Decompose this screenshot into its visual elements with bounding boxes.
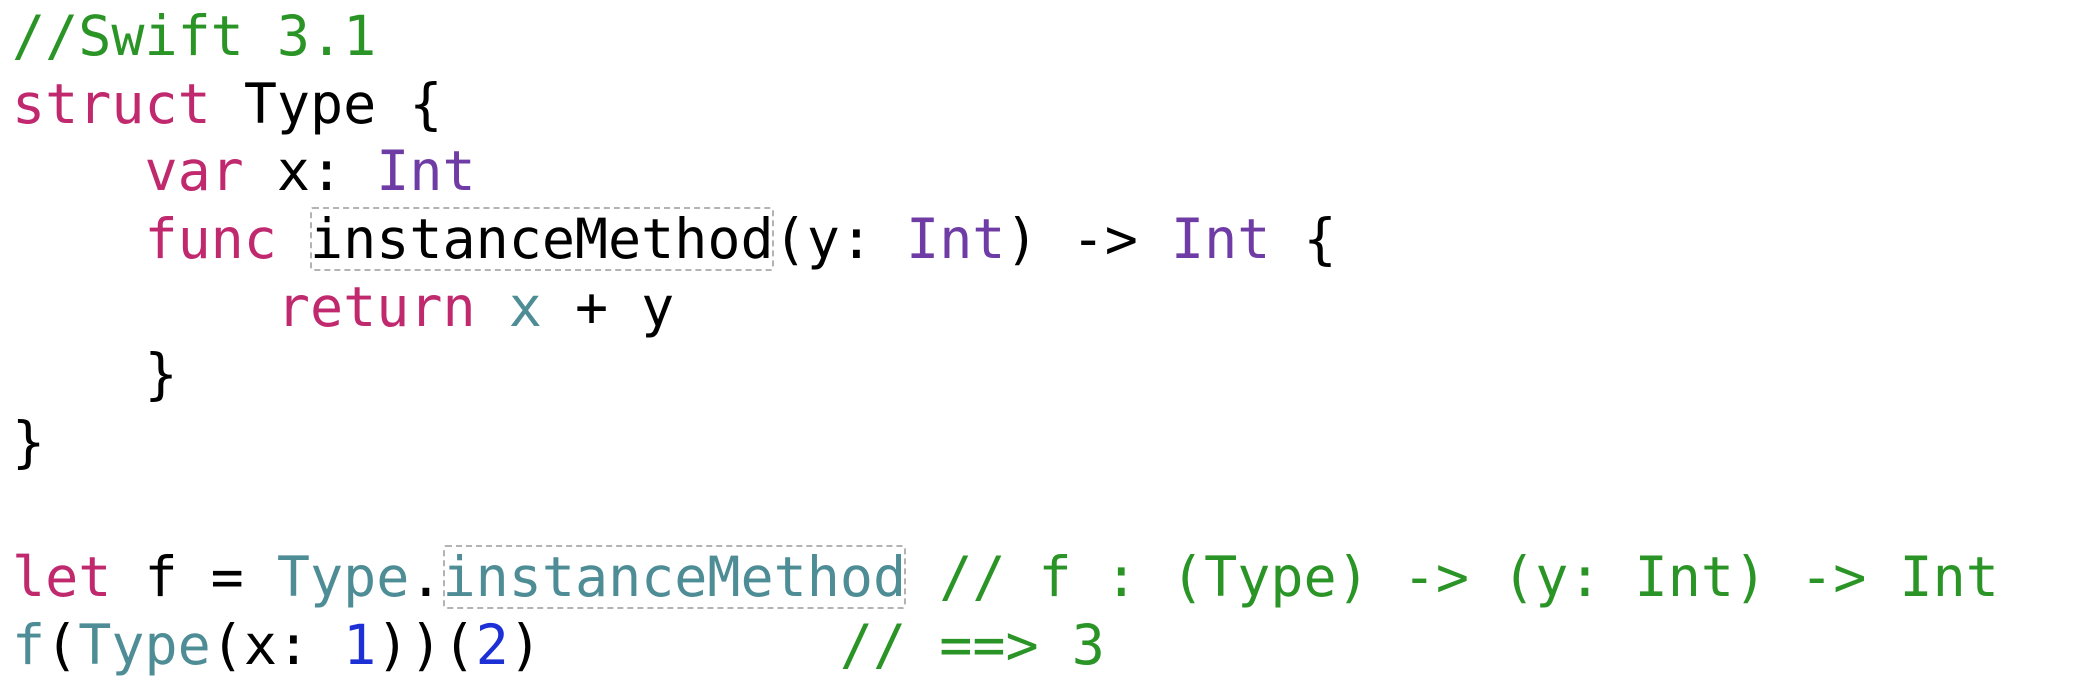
return-op: + y bbox=[541, 275, 675, 339]
keyword-let: let bbox=[12, 545, 112, 609]
method-ref-token[interactable]: instanceMethod bbox=[442, 545, 907, 609]
paren-open: ( bbox=[45, 613, 79, 677]
arg-value-1: 1 bbox=[343, 613, 377, 677]
code-editor[interactable]: //Swift 3.1 struct Type { var x: Int fun… bbox=[12, 0, 2082, 686]
return-type-int: Int bbox=[1171, 207, 1271, 271]
arg-value-2: 2 bbox=[475, 613, 509, 677]
code-line-2: struct Type { bbox=[12, 70, 443, 138]
code-line-6: } bbox=[12, 340, 178, 408]
code-line-1: //Swift 3.1 bbox=[12, 2, 376, 70]
param-type-int: Int bbox=[906, 207, 1006, 271]
type-int: Int bbox=[376, 139, 476, 203]
func-close-brace: } bbox=[144, 342, 178, 406]
open-brace: { bbox=[409, 72, 443, 136]
keyword-return: return bbox=[276, 275, 476, 339]
paren-close: ) bbox=[508, 613, 542, 677]
arg-label: (x: bbox=[210, 613, 344, 677]
type-ref: Type bbox=[276, 545, 410, 609]
code-line-10: f(Type(x: 1))(2) // ==> 3 bbox=[12, 611, 1105, 679]
params-close: ) -> bbox=[1005, 207, 1171, 271]
paren-open-2: ( bbox=[442, 613, 476, 677]
keyword-var: var bbox=[144, 139, 244, 203]
var-name: x: bbox=[276, 139, 344, 203]
params-open: (y: bbox=[773, 207, 907, 271]
keyword-func: func bbox=[144, 207, 277, 271]
func-open-brace: { bbox=[1303, 207, 1337, 271]
method-name-token[interactable]: instanceMethod bbox=[310, 207, 774, 271]
code-line-3: var x: Int bbox=[12, 137, 476, 205]
let-decl: f = bbox=[111, 545, 277, 609]
code-line-7: } bbox=[12, 408, 45, 476]
comment-result: // ==> 3 bbox=[839, 613, 1105, 677]
code-line-4: func instanceMethod(y: Int) -> Int { bbox=[12, 205, 1337, 273]
comment-signature: // f : (Type) -> (y: Int) -> Int bbox=[939, 545, 1999, 609]
comment-header: //Swift 3.1 bbox=[12, 4, 377, 68]
struct-type-name: Type bbox=[243, 72, 377, 136]
code-line-9: let f = Type.instanceMethod // f : (Type… bbox=[12, 543, 1999, 611]
dot: . bbox=[409, 545, 443, 609]
call-f: f bbox=[12, 613, 46, 677]
code-line-5: return x + y bbox=[12, 273, 674, 341]
call-type: Type bbox=[78, 613, 211, 677]
paren-close-pair: )) bbox=[376, 613, 443, 677]
struct-close-brace: } bbox=[12, 410, 46, 474]
return-x: x bbox=[508, 275, 542, 339]
keyword-struct: struct bbox=[12, 72, 211, 136]
